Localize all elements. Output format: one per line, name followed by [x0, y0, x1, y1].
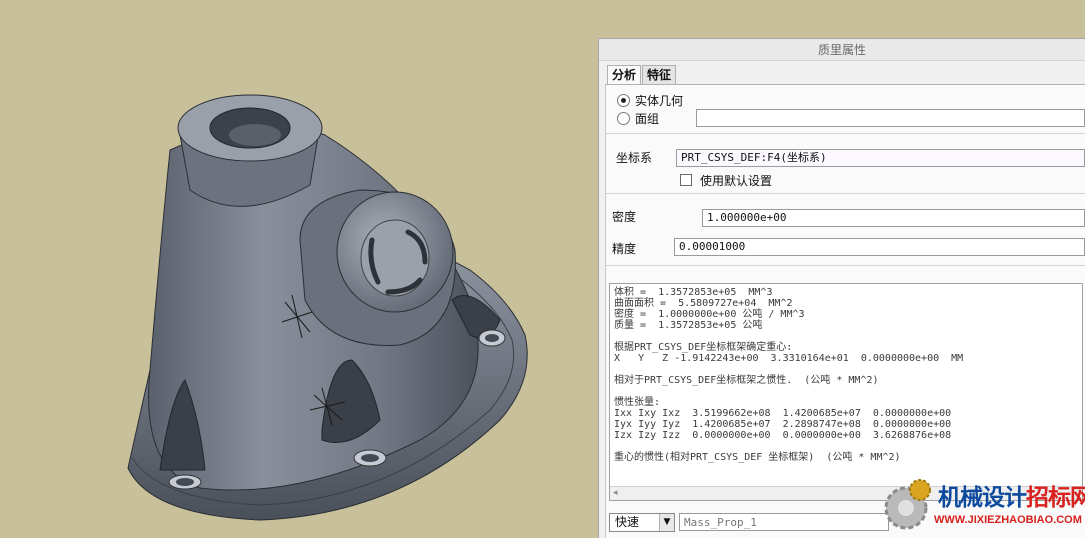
analysis-mode-value: 快速 [615, 515, 640, 529]
quilt-label: 面组 [635, 112, 660, 126]
result-line [614, 441, 1082, 452]
tab-bar: 分析 特征 [607, 65, 677, 85]
tab-feature[interactable]: 特征 [642, 65, 677, 84]
separator [606, 193, 1085, 194]
result-line: 体积 = 1.3572853e+05 MM^3 [614, 287, 773, 298]
model-viewport[interactable] [0, 0, 598, 538]
quilt-radio-icon[interactable] [617, 112, 630, 125]
quilt-selection-field[interactable] [696, 109, 1085, 127]
use-default-label: 使用默认设置 [700, 174, 773, 188]
watermark-title-red: 招标网 [1026, 485, 1085, 511]
solid-geometry-label: 实体几何 [635, 94, 684, 108]
solid-geometry-radio-icon[interactable] [617, 94, 630, 107]
csys-selection-field[interactable]: PRT_CSYS_DEF:F4(坐标系) [676, 149, 1085, 167]
result-line: 质量 = 1.3572853e+05 公吨 [614, 320, 763, 331]
result-line [614, 364, 1082, 375]
result-line: 相对于PRT_CSYS_DEF坐标框架之惯性. (公吨 * MM^2) [614, 375, 879, 386]
result-line [614, 386, 1082, 397]
tab-analysis[interactable]: 分析 [607, 65, 642, 84]
csys-label: 坐标系 [616, 151, 653, 165]
accuracy-label: 精度 [612, 242, 637, 256]
result-line: Ixx Ixy Ixz 3.5199662e+08 1.4200685e+07 … [614, 408, 952, 419]
result-line: 曲面面积 = 5.5809727e+04 MM^2 [614, 298, 793, 309]
cad-part-render [127, 94, 528, 521]
result-line: 密度 = 1.0000000e+00 公吨 / MM^3 [614, 309, 805, 320]
result-line: X Y Z -1.9142243e+00 3.3310164e+01 0.000… [614, 353, 964, 364]
analysis-name-input[interactable] [679, 513, 889, 531]
density-input[interactable]: 1.000000e+00 [702, 209, 1085, 227]
results-text: 体积 = 1.3572853e+05 MM^3 曲面面积 = 5.5809727… [614, 287, 1082, 463]
dialog-title: 质里属性 [599, 39, 1085, 61]
mass-properties-dialog: 质里属性 分析 特征 实体几何 面组 坐标系 PRT_CSYS_DEF:F4(坐标… [598, 38, 1085, 538]
result-line: Iyx Iyy Iyz 1.4200685e+07 2.2898747e+08 … [614, 419, 952, 430]
result-line: 惯性张量: [614, 397, 661, 408]
site-watermark: 机械设计招标网 WWW.JIXIEZHAOBIAO.COM [880, 470, 1085, 538]
use-default-checkbox-icon[interactable] [680, 174, 692, 186]
separator [606, 265, 1085, 266]
scroll-left-icon[interactable]: ◂ [613, 488, 618, 498]
result-line [614, 331, 1082, 342]
result-line: Izx Izy Izz 0.0000000e+00 0.0000000e+00 … [614, 430, 952, 441]
gear-logo-icon [884, 479, 931, 530]
dropdown-arrow-icon[interactable]: ▼ [659, 514, 674, 531]
result-line: 重心的惯性(相对PRT_CSYS_DEF 坐标框架) (公吨 * MM^2) [614, 452, 901, 463]
analysis-mode-select[interactable]: 快速 ▼ [609, 513, 675, 532]
separator [606, 133, 1085, 134]
watermark-url: WWW.JIXIEZHAOBIAO.COM [934, 514, 1082, 526]
watermark-title: 机械设计招标网 [938, 478, 1085, 512]
watermark-title-blue: 机械设计 [938, 485, 1027, 511]
density-label: 密度 [612, 210, 637, 224]
accuracy-input[interactable]: 0.00001000 [674, 238, 1085, 256]
results-output[interactable]: 体积 = 1.3572853e+05 MM^3 曲面面积 = 5.5809727… [609, 283, 1083, 501]
result-line: 根据PRT_CSYS_DEF坐标框架确定重心: [614, 342, 793, 353]
